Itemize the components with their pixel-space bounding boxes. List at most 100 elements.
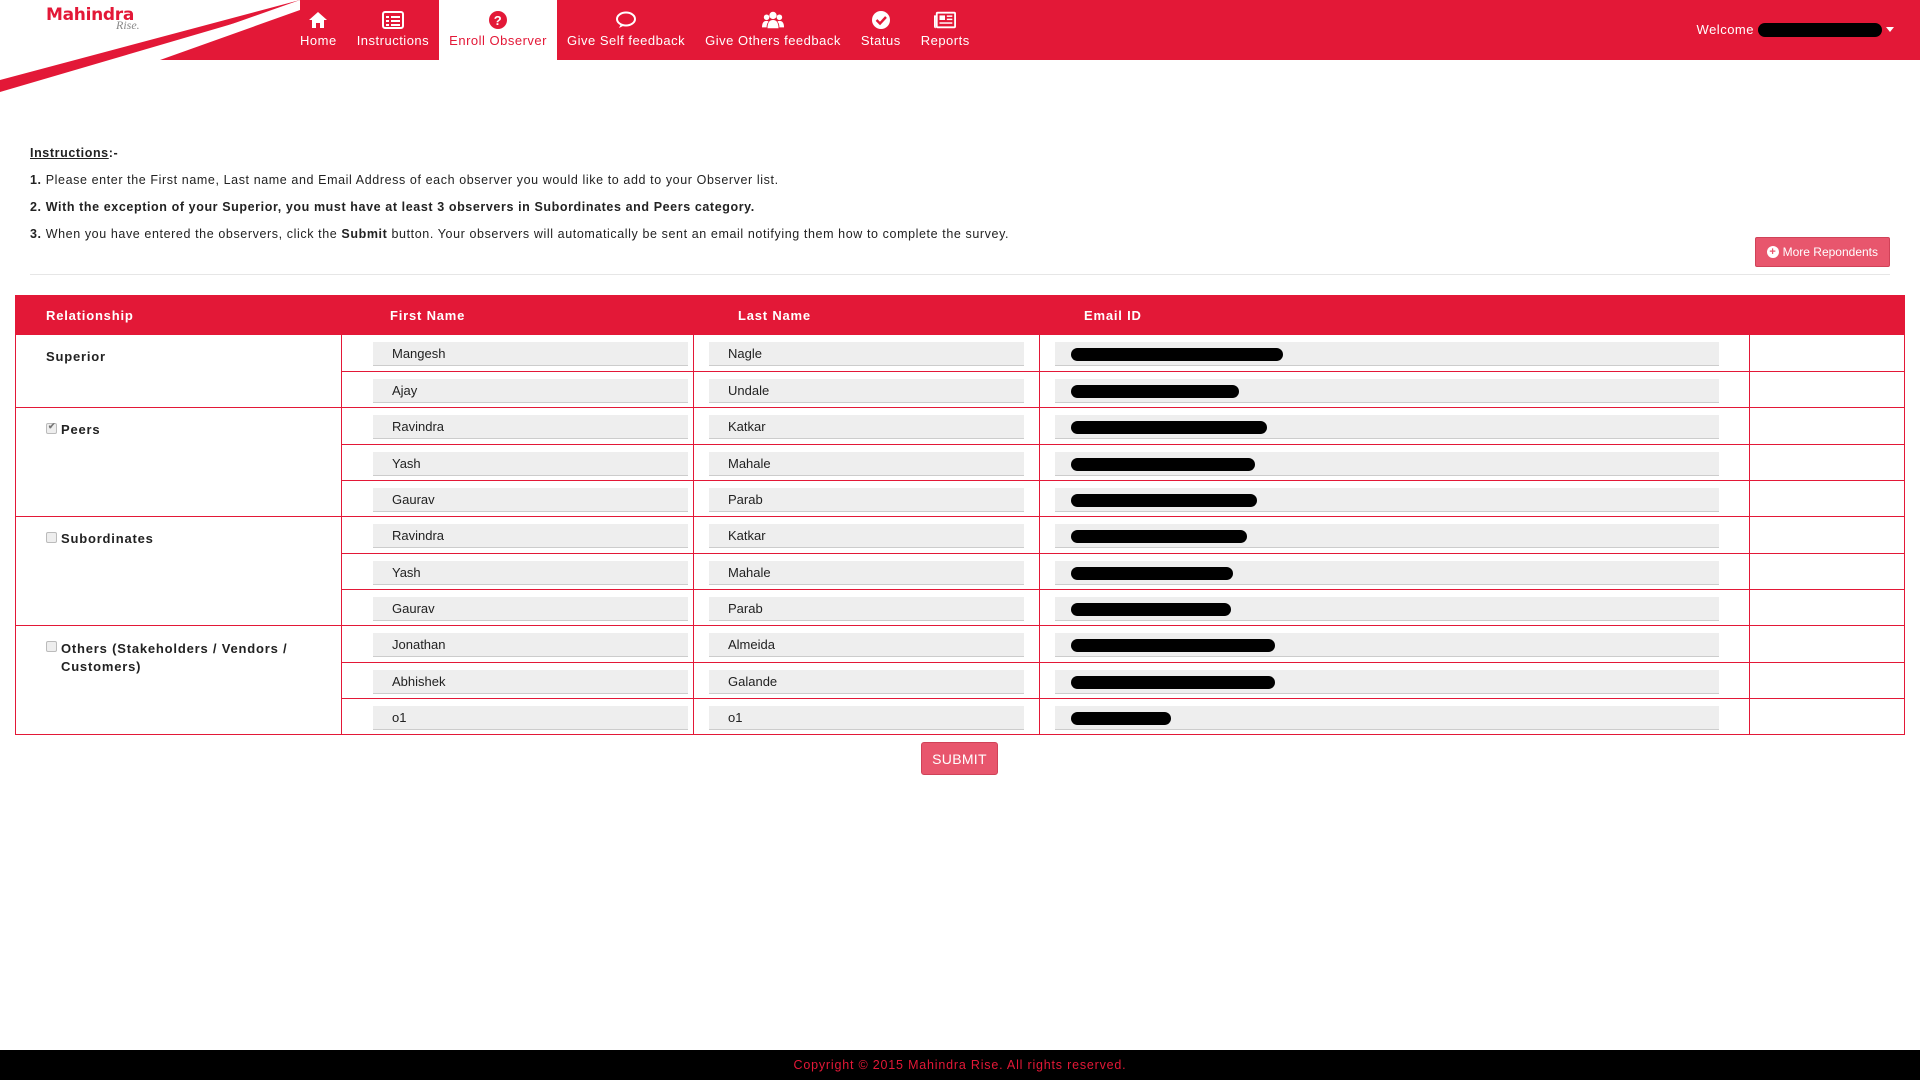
first-name-input[interactable]: Mangesh	[373, 342, 688, 366]
nav-others-feedback[interactable]: Give Others feedback	[695, 0, 851, 60]
instructions-block: Instructions:- 1. Please enter the First…	[30, 146, 1890, 254]
last-name-cell: Mahale	[694, 445, 1040, 481]
last-name-input[interactable]: Undale	[709, 379, 1024, 403]
svg-text:?: ?	[494, 13, 502, 28]
redacted-email	[1071, 494, 1257, 507]
first-name-input[interactable]: Ajay	[373, 379, 688, 403]
first-name-input[interactable]: Jonathan	[373, 633, 688, 657]
email-cell	[1040, 517, 1750, 553]
last-name-input[interactable]: Galande	[709, 670, 1024, 694]
last-name-input[interactable]: o1	[709, 706, 1024, 730]
last-name-input[interactable]: Katkar	[709, 415, 1024, 439]
last-name-cell: Almeida	[694, 626, 1040, 662]
email-input[interactable]	[1055, 597, 1719, 621]
last-name-cell: Galande	[694, 663, 1040, 699]
relationship-group: Superior Mangesh Nagle Ajay Undale	[16, 334, 1904, 408]
email-input[interactable]	[1055, 488, 1719, 512]
email-input[interactable]	[1055, 415, 1719, 439]
welcome-text: Welcome	[1696, 22, 1754, 37]
first-name-input[interactable]: Yash	[373, 561, 688, 585]
email-cell	[1040, 481, 1750, 517]
email-cell	[1040, 335, 1750, 371]
last-name-input[interactable]: Nagle	[709, 342, 1024, 366]
email-cell	[1040, 372, 1750, 408]
last-name-cell: Undale	[694, 372, 1040, 408]
last-name-cell: Parab	[694, 481, 1040, 517]
last-name-cell: Katkar	[694, 408, 1040, 444]
table-row: Yash Mahale	[342, 553, 1904, 590]
logo-swoosh	[0, 0, 300, 95]
col-first-name: First Name	[390, 308, 466, 323]
relationship-checkbox[interactable]	[46, 421, 57, 434]
nav-reports[interactable]: Reports	[911, 0, 980, 60]
submit-button[interactable]: SUBMIT	[921, 742, 998, 775]
brand-logo[interactable]: Mahindra Rise.	[0, 0, 300, 95]
first-name-input[interactable]: Gaurav	[373, 488, 688, 512]
user-menu[interactable]: Welcome	[1697, 22, 1894, 37]
first-name-input[interactable]: o1	[373, 706, 688, 730]
nav-label: Status	[860, 33, 901, 48]
table-header: Relationship First Name Last Name Email …	[16, 296, 1904, 334]
redacted-email	[1071, 603, 1231, 616]
logo-subtext: Rise.	[116, 18, 140, 32]
table-body: Superior Mangesh Nagle Ajay Undale Peers Ravin…	[16, 334, 1904, 735]
last-name-input[interactable]: Mahale	[709, 561, 1024, 585]
email-input[interactable]	[1055, 561, 1719, 585]
last-name-cell: Katkar	[694, 517, 1040, 553]
table-row: Jonathan Almeida	[342, 626, 1904, 662]
relationship-checkbox[interactable]	[46, 532, 57, 543]
first-name-input[interactable]: Ravindra	[373, 415, 688, 439]
nav-status[interactable]: Status	[851, 0, 911, 60]
first-name-cell: Jonathan	[342, 626, 694, 662]
email-input[interactable]	[1055, 342, 1719, 366]
redacted-email	[1071, 639, 1275, 652]
email-input[interactable]	[1055, 633, 1719, 657]
relationship-text: Superior	[46, 349, 106, 364]
last-name-input[interactable]: Mahale	[709, 452, 1024, 476]
relationship-label: Others (Stakeholders / Vendors / Custome…	[16, 626, 342, 734]
nav-enroll-observer[interactable]: ? Enroll Observer	[439, 0, 557, 60]
redacted-email	[1071, 676, 1275, 689]
users-icon	[761, 10, 784, 30]
first-name-input[interactable]: Abhishek	[373, 670, 688, 694]
footer: Copyright © 2015 Mahindra Rise. All righ…	[0, 1050, 1920, 1080]
last-name-input[interactable]: Parab	[709, 488, 1024, 512]
last-name-input[interactable]: Parab	[709, 597, 1024, 621]
email-input[interactable]	[1055, 524, 1719, 548]
first-name-cell: o1	[342, 699, 694, 735]
relationship-label: Superior	[16, 335, 342, 407]
last-name-input[interactable]: Katkar	[709, 524, 1024, 548]
email-cell	[1040, 408, 1750, 444]
first-name-input[interactable]: Gaurav	[373, 597, 688, 621]
nav-self-feedback[interactable]: Give Self feedback	[557, 0, 695, 60]
redacted-email	[1071, 421, 1267, 434]
nav-label: Enroll Observer	[449, 33, 547, 48]
redacted-email	[1071, 530, 1247, 543]
table-row: Ravindra Katkar	[342, 408, 1904, 444]
last-name-input[interactable]: Almeida	[709, 633, 1024, 657]
check-circle-icon	[870, 10, 892, 30]
top-navbar: Mahindra Rise. Home Instructions ? Enrol…	[0, 0, 1920, 95]
first-name-input[interactable]: Yash	[373, 452, 688, 476]
home-icon	[307, 10, 329, 30]
first-name-cell: Ravindra	[342, 517, 694, 553]
observer-table: Relationship First Name Last Name Email …	[15, 295, 1905, 735]
last-name-cell: Parab	[694, 590, 1040, 626]
email-cell	[1040, 699, 1750, 735]
email-input[interactable]	[1055, 379, 1719, 403]
redacted-username	[1758, 22, 1882, 37]
last-name-cell: Nagle	[694, 335, 1040, 371]
chevron-down-icon	[1886, 27, 1894, 32]
first-name-cell: Ajay	[342, 372, 694, 408]
first-name-input[interactable]: Ravindra	[373, 524, 688, 548]
relationship-label: Subordinates	[16, 517, 342, 625]
relationship-label: Peers	[16, 408, 342, 516]
nav-label: Give Others feedback	[705, 33, 841, 48]
more-respondents-button[interactable]: + More Repondents	[1754, 237, 1890, 267]
relationship-checkbox[interactable]	[46, 641, 57, 652]
first-name-cell: Ravindra	[342, 408, 694, 444]
email-input[interactable]	[1055, 706, 1719, 730]
nav-instructions[interactable]: Instructions	[347, 0, 439, 60]
email-input[interactable]	[1055, 452, 1719, 476]
email-input[interactable]	[1055, 670, 1719, 694]
